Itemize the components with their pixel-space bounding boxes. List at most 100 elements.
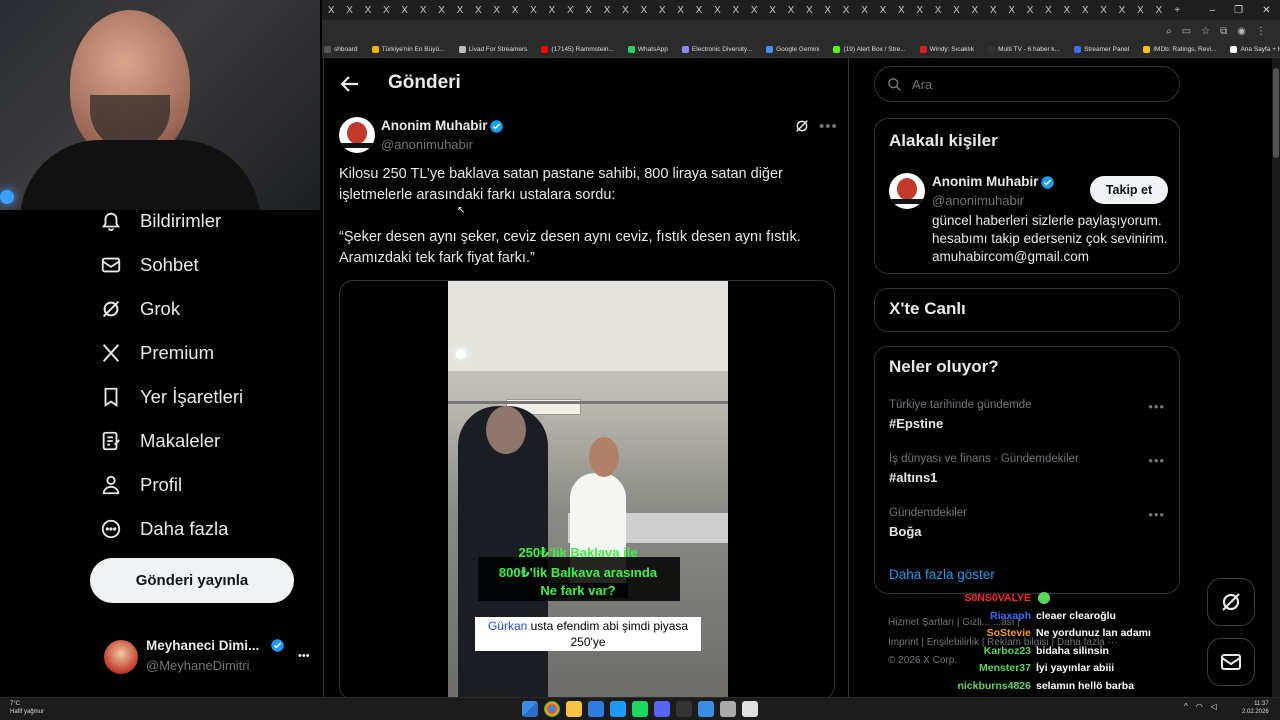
scroll-thumb[interactable] — [1273, 68, 1279, 158]
new-tab-icon[interactable]: + — [1168, 5, 1186, 16]
profile-icon[interactable]: ◉ — [1237, 26, 1246, 37]
taskbar-app-icon[interactable] — [698, 701, 714, 717]
author-name[interactable]: Anonim Muhabir — [381, 118, 488, 133]
tab-close-icon[interactable]: X — [947, 5, 965, 16]
tab-close-icon[interactable]: X — [1076, 5, 1094, 16]
author-avatar[interactable] — [339, 117, 375, 153]
back-arrow-icon[interactable] — [338, 72, 362, 96]
nav-item-grok[interactable]: Grok — [100, 289, 180, 329]
tab-close-icon[interactable]: X — [1039, 5, 1057, 16]
nav-item-bookmarks[interactable]: Yer İşaretleri — [100, 377, 243, 417]
tweet-video[interactable]: 250₺'lik Baklava ile 800₺'lik Balkava ar… — [339, 280, 835, 700]
tab-close-icon[interactable]: X — [1150, 5, 1168, 16]
account-switcher[interactable]: Meyhaneci Dimi... @MeyhaneDimitri ••• — [98, 632, 318, 682]
tab-close-icon[interactable]: X — [708, 5, 726, 16]
tab-close-icon[interactable]: X — [1021, 5, 1039, 16]
tab-close-icon[interactable]: X — [745, 5, 763, 16]
tab-close-icon[interactable]: X — [855, 5, 873, 16]
more-icon[interactable]: ••• — [1148, 507, 1165, 522]
related-handle[interactable]: @anonimuhabir — [932, 193, 1024, 208]
nav-item-articles[interactable]: Makaleler — [100, 421, 220, 461]
minimize-button[interactable]: – — [1210, 5, 1216, 16]
tab-close-icon[interactable]: X — [929, 5, 947, 16]
bookmark-item[interactable]: Multi TV - 6 haber k... — [988, 45, 1060, 53]
nav-item-profile[interactable]: Profil — [100, 465, 182, 505]
tab-close-icon[interactable]: X — [892, 5, 910, 16]
bookmark-item[interactable]: (19) Alert Box / Stre... — [833, 45, 906, 53]
more-icon[interactable]: ••• — [1148, 453, 1165, 468]
weather-widget[interactable]: 7°C Hafif yağmur — [10, 700, 44, 716]
scrollbar[interactable] — [1272, 58, 1280, 700]
bookmark-item[interactable]: (17145) Rammstein... — [541, 45, 614, 53]
bookmark-item[interactable]: Google Gemini — [766, 45, 819, 53]
tab-close-icon[interactable]: X — [359, 5, 377, 16]
tab-close-icon[interactable]: X — [414, 5, 432, 16]
bookmark-item[interactable]: WhatsApp — [627, 45, 668, 53]
nav-item-chat[interactable]: Sohbet — [100, 245, 199, 285]
taskbar-app-icon[interactable] — [676, 701, 692, 717]
tab-close-icon[interactable]: X — [984, 5, 1002, 16]
trend-name[interactable]: #Epstine — [889, 416, 943, 431]
tab-close-icon[interactable]: X — [819, 5, 837, 16]
tab-close-icon[interactable]: X — [1131, 5, 1149, 16]
tab-close-icon[interactable]: X — [598, 5, 616, 16]
messages-float-button[interactable] — [1207, 638, 1255, 686]
post-button[interactable]: Gönderi yayınla — [90, 558, 294, 603]
trend-name[interactable]: Boğa — [889, 524, 922, 539]
tab-close-icon[interactable]: X — [1058, 5, 1076, 16]
taskbar-app-icon[interactable] — [610, 701, 626, 717]
taskbar-app-icon[interactable] — [544, 701, 560, 717]
tab-close-icon[interactable]: X — [1094, 5, 1112, 16]
tab-close-icon[interactable]: X — [800, 5, 818, 16]
grok-icon[interactable] — [794, 118, 810, 134]
tab-close-icon[interactable]: X — [874, 5, 892, 16]
close-window-button[interactable]: ✕ — [1262, 5, 1270, 16]
taskbar-app-icon[interactable] — [566, 701, 582, 717]
tab-close-icon[interactable]: X — [340, 5, 358, 16]
tab-close-icon[interactable]: X — [322, 5, 340, 16]
follow-button[interactable]: Takip et — [1090, 176, 1168, 204]
tab-close-icon[interactable]: X — [635, 5, 653, 16]
star-icon[interactable]: ☆ — [1201, 26, 1210, 37]
tab-close-icon[interactable]: X — [377, 5, 395, 16]
bookmark-item[interactable]: Ana Sayfa + HBO Max — [1230, 45, 1280, 53]
tab-close-icon[interactable]: X — [543, 5, 561, 16]
cast-icon[interactable]: ▭ — [1182, 26, 1191, 37]
taskbar-app-icon[interactable] — [742, 701, 758, 717]
tab-close-icon[interactable]: X — [782, 5, 800, 16]
taskbar-app-icon[interactable] — [588, 701, 604, 717]
search-input[interactable]: Ara — [874, 66, 1180, 102]
show-more-link[interactable]: Daha fazla göster — [889, 567, 995, 582]
more-icon[interactable]: ••• — [819, 118, 838, 135]
maximize-button[interactable]: ❐ — [1234, 5, 1243, 16]
tab-close-icon[interactable]: X — [506, 5, 524, 16]
tab-close-icon[interactable]: X — [579, 5, 597, 16]
bookmark-item[interactable]: IMDb: Ratings, Revi... — [1143, 45, 1216, 53]
tab-close-icon[interactable]: X — [911, 5, 929, 16]
bookmark-item[interactable]: Livad For Streamers — [458, 45, 527, 53]
tab-close-icon[interactable]: X — [653, 5, 671, 16]
wifi-icon[interactable]: ◠ — [1196, 702, 1203, 711]
taskbar-app-icon[interactable] — [720, 701, 736, 717]
taskbar-app-icon[interactable] — [654, 701, 670, 717]
taskbar-app-icon[interactable] — [522, 701, 538, 717]
nav-item-premium[interactable]: Premium — [100, 333, 214, 373]
tab-close-icon[interactable]: X — [1113, 5, 1131, 16]
taskbar-app-icon[interactable] — [632, 701, 648, 717]
tab-close-icon[interactable]: X — [727, 5, 745, 16]
zoom-icon[interactable]: ⌕ — [1166, 26, 1172, 37]
tab-close-icon[interactable]: X — [432, 5, 450, 16]
clock[interactable]: 11:37 2.02.2026 — [1242, 700, 1269, 716]
tab-close-icon[interactable]: X — [616, 5, 634, 16]
tab-close-icon[interactable]: X — [396, 5, 414, 16]
tab-close-icon[interactable]: X — [469, 5, 487, 16]
tab-close-icon[interactable]: X — [966, 5, 984, 16]
tab-close-icon[interactable]: X — [561, 5, 579, 16]
tab-close-icon[interactable]: X — [763, 5, 781, 16]
trend-name[interactable]: #altıns1 — [889, 470, 937, 485]
tab-close-icon[interactable]: X — [837, 5, 855, 16]
bookmark-item[interactable]: shboard — [324, 45, 358, 53]
bookmark-item[interactable]: Streamer Panel — [1074, 45, 1129, 53]
tab-close-icon[interactable]: X — [690, 5, 708, 16]
bookmark-item[interactable]: Electronic Diversity... — [681, 45, 752, 53]
